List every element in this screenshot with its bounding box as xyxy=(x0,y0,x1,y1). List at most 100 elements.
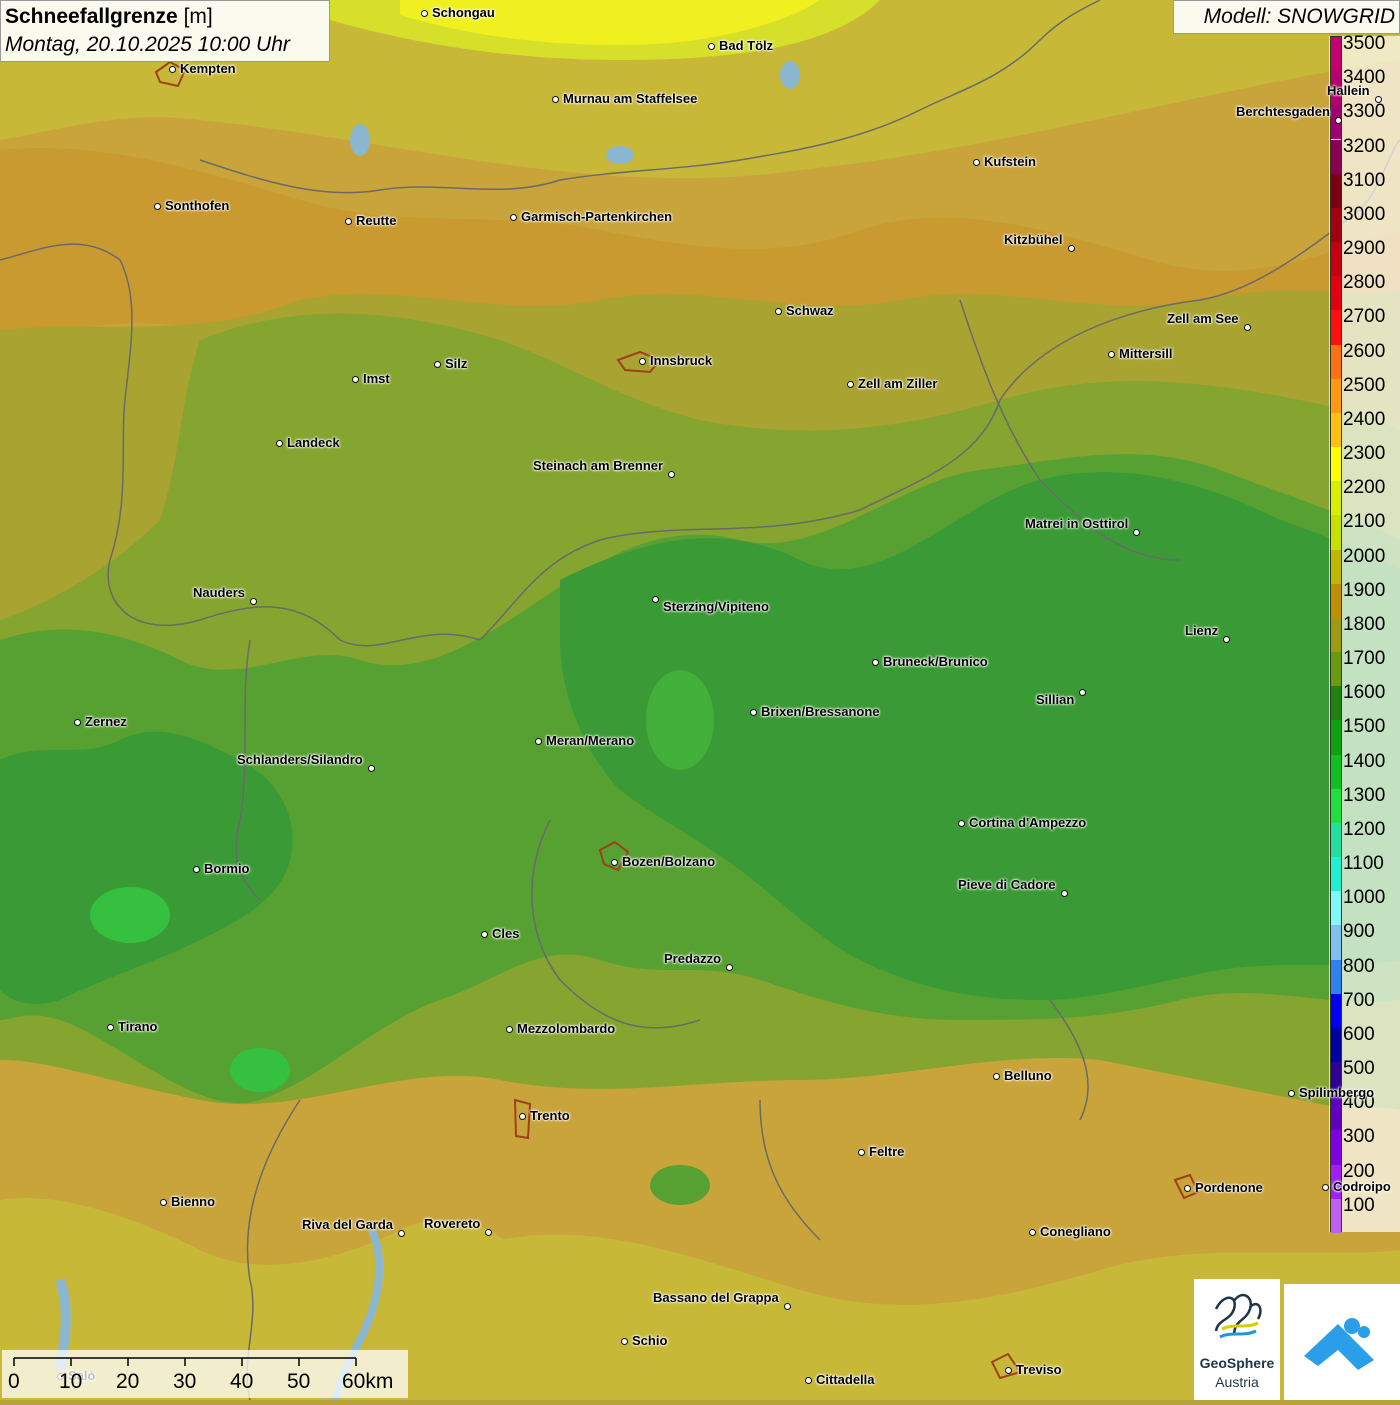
model-label: Modell: SNOWGRID xyxy=(1173,0,1400,34)
city-label: Sonthofen xyxy=(165,198,230,213)
legend-swatch xyxy=(1331,993,1341,1028)
legend-swatch xyxy=(1331,344,1341,379)
legend-swatch xyxy=(1331,378,1341,413)
city-label: Bad Tölz xyxy=(719,38,774,53)
legend-label: 1400 xyxy=(1343,750,1386,772)
legend-label: 2100 xyxy=(1343,511,1386,533)
city-label: Meran/Merano xyxy=(546,733,635,748)
city-marker-icon xyxy=(106,1023,114,1031)
city-marker-icon xyxy=(420,9,428,17)
city-marker-icon xyxy=(620,1337,628,1345)
city-label: Cittadella xyxy=(816,1372,875,1387)
legend-swatch xyxy=(1331,276,1341,311)
legend-swatch xyxy=(1331,37,1341,72)
city-label: Landeck xyxy=(287,435,340,450)
legend-swatch xyxy=(1331,857,1341,892)
legend-swatch xyxy=(1331,652,1341,687)
city-label: Predazzo xyxy=(664,951,722,966)
city-marker-icon xyxy=(857,1148,865,1156)
city-label: Hallein xyxy=(1327,83,1370,98)
scale-label: 20 xyxy=(116,1370,140,1393)
legend-swatch xyxy=(1331,173,1341,208)
legend-swatch xyxy=(1331,447,1341,482)
scale-bar: 0 10 20 30 40 50 60km xyxy=(2,1350,408,1398)
city-marker-icon xyxy=(707,42,715,50)
legend-swatch xyxy=(1331,139,1341,174)
legend-swatch xyxy=(1331,720,1341,755)
legend-swatch xyxy=(1331,1096,1341,1131)
city-label: Pieve di Cadore xyxy=(958,877,1056,892)
legend-label: 100 xyxy=(1343,1194,1375,1216)
city-marker-icon xyxy=(1004,1366,1012,1374)
scale-label: 40 xyxy=(230,1370,254,1393)
legend-swatch xyxy=(1331,822,1341,858)
city-label: Steinach am Brenner xyxy=(533,458,664,473)
city-marker-icon xyxy=(153,202,161,210)
legend-swatch xyxy=(1331,549,1341,584)
legend-label: 3000 xyxy=(1343,203,1386,225)
scale-label: 30 xyxy=(173,1370,197,1393)
city-label: Berchtesgaden xyxy=(1236,104,1330,119)
city-label: Tirano xyxy=(118,1019,158,1034)
legend-label: 1700 xyxy=(1343,648,1386,670)
city-marker-icon xyxy=(804,1376,812,1384)
city-marker-icon xyxy=(367,764,375,772)
city-marker-icon xyxy=(846,380,854,388)
legend-label: 2500 xyxy=(1343,374,1386,396)
map-title-box: Schneefallgrenze [m] Montag, 20.10.2025 … xyxy=(0,0,330,62)
legend-color-bar xyxy=(1330,36,1342,1233)
city-label: Schongau xyxy=(432,5,495,20)
city-label: Cles xyxy=(492,926,520,941)
city-marker-icon xyxy=(992,1072,1000,1080)
city-label: Bienno xyxy=(171,1194,216,1209)
city-label: Nauders xyxy=(193,585,246,600)
city-marker-icon xyxy=(168,65,176,73)
city-marker-icon xyxy=(638,357,646,365)
city-marker-icon xyxy=(351,375,359,383)
city-marker-icon xyxy=(725,963,733,971)
legend-label: 2800 xyxy=(1343,272,1386,294)
legend-label: 1200 xyxy=(1343,818,1386,840)
scale-label: 10 xyxy=(59,1370,83,1393)
city-label: Pordenone xyxy=(1195,1180,1263,1195)
logo-text-2: Austria xyxy=(1215,1374,1259,1390)
city-label: Schio xyxy=(632,1333,668,1348)
city-label: Matrei in Osttirol xyxy=(1025,516,1129,531)
map-title: Schneefallgrenze [m] xyxy=(5,5,213,28)
legend-label: 2900 xyxy=(1343,238,1386,260)
city-label: Imst xyxy=(363,371,390,386)
city-label: Schwaz xyxy=(786,303,834,318)
legend-swatch xyxy=(1331,1130,1341,1165)
legend-swatch xyxy=(1331,207,1341,242)
city-label: Mezzolombardo xyxy=(517,1021,616,1036)
legend-label: 3500 xyxy=(1343,33,1386,54)
snow-mountain-icon xyxy=(1304,1318,1374,1370)
city-marker-icon xyxy=(275,439,283,447)
city-label: Kufstein xyxy=(984,154,1036,169)
city-marker-icon xyxy=(972,158,980,166)
legend-label: 1600 xyxy=(1343,682,1386,704)
city-label: Bruneck/Brunico xyxy=(883,654,988,669)
city-marker-icon xyxy=(957,819,965,827)
city-label: Mittersill xyxy=(1119,346,1173,361)
city-marker-icon xyxy=(73,718,81,726)
city-marker-icon xyxy=(397,1229,405,1237)
city-marker-icon xyxy=(1243,323,1251,331)
city-label: Innsbruck xyxy=(650,353,713,368)
city-label: Spilimbergo xyxy=(1299,1085,1375,1100)
legend-label: 700 xyxy=(1343,989,1375,1011)
city-marker-icon xyxy=(433,360,441,368)
legend-swatch xyxy=(1331,481,1341,516)
city-marker-icon xyxy=(1287,1089,1295,1097)
city-marker-icon xyxy=(651,595,659,603)
city-label: Garmisch-Partenkirchen xyxy=(521,209,673,224)
city-marker-icon xyxy=(774,307,782,315)
city-label: Sillian xyxy=(1036,692,1075,707)
legend-label: 2700 xyxy=(1343,306,1386,328)
color-legend: 3500 3400 3300 3200 3100 3000 2900 2800 2700 2600… xyxy=(1329,33,1400,1233)
city-marker-icon xyxy=(1132,528,1140,536)
city-label: Conegliano xyxy=(1040,1224,1111,1239)
legend-label: 300 xyxy=(1343,1126,1375,1148)
city-marker-icon xyxy=(1222,635,1230,643)
city-marker-icon xyxy=(1321,1183,1329,1191)
